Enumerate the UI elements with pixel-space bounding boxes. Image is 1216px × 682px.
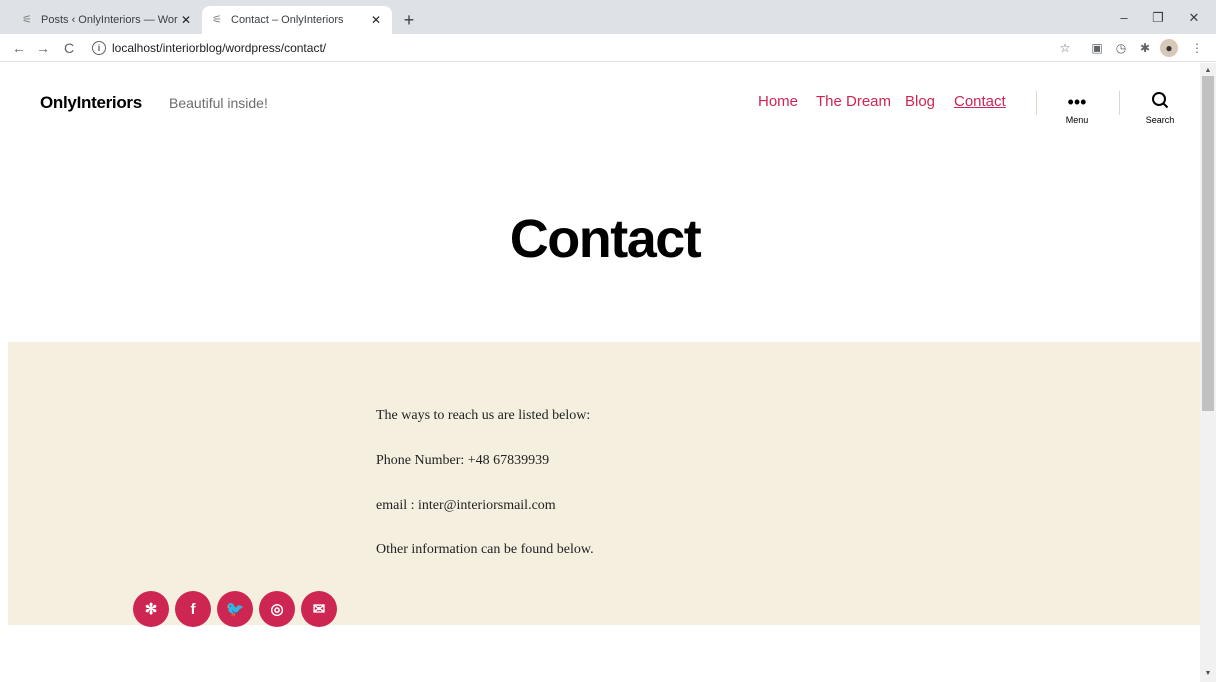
ellipsis-icon: •••: [1067, 92, 1087, 112]
close-tab-icon[interactable]: ✕: [368, 13, 384, 27]
browser-tab-bar: ⚟ Posts ‹ OnlyInteriors — WordPre ✕ ⚟ Co…: [0, 0, 1216, 34]
restore-icon[interactable]: ❐: [1144, 8, 1172, 28]
browser-tab-contact[interactable]: ⚟ Contact – OnlyInteriors ✕: [202, 6, 392, 34]
nav-item-contact[interactable]: Contact: [954, 93, 1006, 110]
wordpress-favicon-icon: ⚟: [212, 14, 222, 26]
yelp-icon[interactable]: ✻: [133, 591, 169, 627]
window-close-icon[interactable]: ✕: [1180, 8, 1208, 28]
close-tab-icon[interactable]: ✕: [178, 13, 194, 27]
tab-title: Contact – OnlyInteriors: [231, 14, 344, 26]
kebab-menu-icon[interactable]: ⋮: [1188, 39, 1206, 57]
contact-other-text: Other information can be found below.: [376, 542, 594, 557]
search-button[interactable]: Search: [1130, 91, 1190, 125]
email-icon[interactable]: ✉: [301, 591, 337, 627]
header-divider: [1119, 91, 1120, 115]
forward-arrow-icon[interactable]: →: [32, 38, 54, 58]
contact-content-section: The ways to reach us are listed below: P…: [8, 342, 1200, 625]
instagram-icon[interactable]: ◎: [259, 591, 295, 627]
tab-title: Posts ‹ OnlyInteriors — WordPre: [41, 14, 178, 26]
twitter-icon[interactable]: 🐦: [217, 591, 253, 627]
star-icon[interactable]: ☆: [1056, 39, 1074, 57]
page-title: Contact: [509, 209, 702, 269]
reload-icon[interactable]: C: [58, 38, 80, 58]
menu-label: Menu: [1065, 115, 1089, 125]
address-bar[interactable]: i localhost/interiorblog/wordpress/conta…: [92, 38, 1052, 58]
nav-item-home[interactable]: Home: [758, 93, 798, 110]
info-icon[interactable]: i: [92, 41, 106, 55]
search-icon: [1130, 91, 1190, 113]
new-tab-button[interactable]: +: [398, 9, 420, 31]
header-divider: [1036, 91, 1037, 115]
extension-square-icon[interactable]: ▣: [1088, 39, 1106, 57]
minimize-icon[interactable]: –: [1110, 8, 1138, 28]
page-viewport: OnlyInteriors Beautiful inside! Home The…: [0, 63, 1200, 682]
wordpress-favicon-icon: ⚟: [22, 14, 32, 26]
menu-button[interactable]: ••• Menu: [1047, 91, 1107, 125]
profile-avatar[interactable]: ●: [1160, 39, 1178, 57]
scroll-up-arrow-icon[interactable]: ▲: [1203, 66, 1213, 76]
site-title[interactable]: OnlyInteriors: [40, 93, 142, 113]
url-text: localhost/interiorblog/wordpress/contact…: [112, 41, 327, 55]
browser-tab-posts[interactable]: ⚟ Posts ‹ OnlyInteriors — WordPre ✕: [12, 6, 202, 34]
scrollbar-thumb[interactable]: [1202, 76, 1214, 411]
contact-email-text: email : inter@interiorsmail.com: [376, 498, 556, 513]
scroll-down-arrow-icon[interactable]: ▼: [1203, 669, 1213, 679]
nav-item-the-dream[interactable]: The Dream: [816, 93, 891, 110]
back-arrow-icon[interactable]: ←: [8, 38, 30, 58]
contact-phone-text: Phone Number: +48 67839939: [376, 453, 550, 468]
puzzle-icon[interactable]: ✱: [1136, 39, 1154, 57]
facebook-icon[interactable]: f: [175, 591, 211, 627]
extension-check-icon[interactable]: ◷: [1112, 39, 1130, 57]
nav-item-blog[interactable]: Blog: [905, 93, 935, 110]
contact-intro-text: The ways to reach us are listed below:: [376, 408, 591, 423]
social-links: ✻ f 🐦 ◎ ✉: [133, 591, 337, 627]
search-label: Search: [1145, 115, 1175, 125]
site-tagline: Beautiful inside!: [169, 95, 268, 111]
browser-toolbar: ← → C i localhost/interiorblog/wordpress…: [0, 34, 1216, 62]
